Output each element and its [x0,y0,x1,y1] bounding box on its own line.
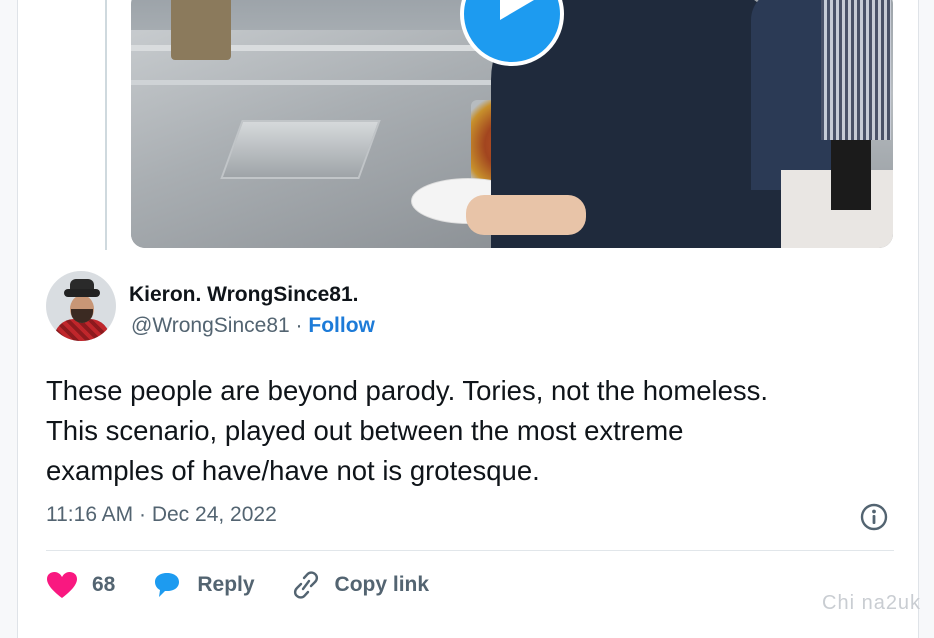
video-scene-arm [466,195,586,235]
follow-button[interactable]: Follow [308,314,375,337]
divider [46,550,894,551]
video-scene-tray [220,120,381,179]
video-scene-legs [831,140,871,210]
reply-button[interactable]: Reply [151,571,255,599]
video-scene-person [751,0,831,190]
like-count: 68 [92,573,116,596]
tweet-text-line: examples of have/have not is grotesque. [46,455,540,486]
author-handle[interactable]: @WrongSince81 [131,314,290,337]
link-icon [293,571,318,599]
play-icon [460,0,564,66]
like-button[interactable]: 68 [46,571,115,599]
tweet-text-line: These people are beyond parody. Tories, … [46,375,769,406]
copy-link-button[interactable]: Copy link [291,571,430,599]
handle-separator: · [295,314,303,337]
tweet-timestamp[interactable]: 11:16 AM · Dec 24, 2022 [46,503,277,527]
avatar-hat-brim [64,289,100,297]
thread-line [105,0,107,250]
watermark: Chi na2uk [822,592,922,614]
tweet-text: These people are beyond parody. Tories, … [46,371,906,491]
tweet-text-line: This scenario, played out between the mo… [46,415,684,446]
author-name[interactable]: Kieron. WrongSince81. [129,283,359,307]
info-icon[interactable] [860,503,888,531]
author-handle-line: @WrongSince81 · Follow [131,314,375,338]
reply-label: Reply [197,573,255,596]
copy-link-label: Copy link [334,573,430,596]
reply-bubble-icon [155,573,180,597]
heart-icon [47,572,77,598]
avatar[interactable] [46,271,116,341]
video-scene-jar [171,0,231,60]
video-scene-apron [821,0,891,140]
play-button[interactable] [456,0,568,66]
tweet-actions: 68 Reply Copy link [46,568,465,602]
